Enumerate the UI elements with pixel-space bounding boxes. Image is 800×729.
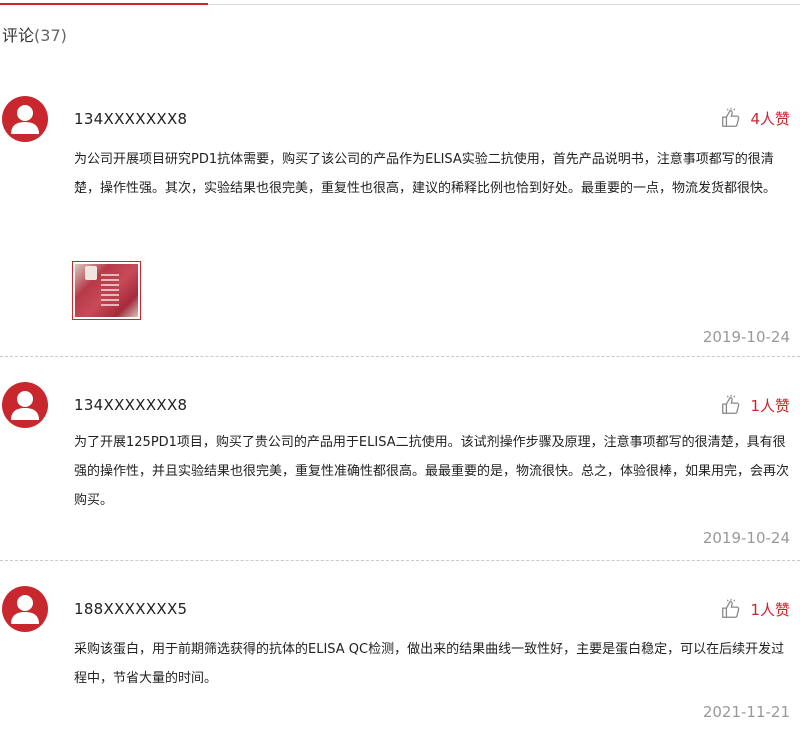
reviewer-name: 134XXXXXXX8	[74, 396, 188, 414]
avatar-icon	[2, 382, 48, 428]
comments-count: (37)	[34, 26, 67, 45]
review-text: 采购该蛋白，用于前期筛选获得的抗体的ELISA QC检测，做出来的结果曲线一致性…	[74, 642, 785, 686]
active-tab-indicator	[0, 3, 208, 5]
avatar-icon	[2, 96, 48, 142]
comments-title: 评论	[2, 26, 35, 45]
review-date: 2019-10-24	[702, 529, 790, 547]
review-divider	[0, 560, 800, 561]
thumbs-up-icon	[722, 107, 740, 127]
like-button[interactable]: 1人赞	[720, 598, 790, 620]
review-text: 为公司开展项目研究PD1抗体需要，购买了该公司的产品作为ELISA实验二抗使用，…	[74, 152, 777, 196]
like-button[interactable]: 1人赞	[720, 394, 790, 416]
like-count: 4人赞	[750, 109, 790, 128]
thumbs-up-icon	[722, 394, 740, 414]
like-button[interactable]: 4人赞	[720, 107, 790, 129]
review-divider	[0, 356, 800, 357]
reviewer-name: 188XXXXXXX5	[74, 600, 188, 618]
review-text: 为了开展125PD1项目，购买了贵公司的产品用于ELISA二抗使用。该试剂操作步…	[74, 435, 790, 508]
review-image-thumbnail[interactable]	[72, 261, 141, 320]
review-date: 2019-10-24	[702, 328, 790, 346]
thumbs-up-icon	[722, 598, 740, 618]
reviewer-name: 134XXXXXXX8	[74, 110, 188, 128]
like-count: 1人赞	[750, 600, 790, 619]
comments-header: 评论(37)	[2, 22, 67, 46]
review-date: 2021-11-21	[702, 703, 790, 721]
avatar-icon	[2, 586, 48, 632]
review-photo	[75, 264, 138, 317]
like-count: 1人赞	[750, 396, 790, 415]
